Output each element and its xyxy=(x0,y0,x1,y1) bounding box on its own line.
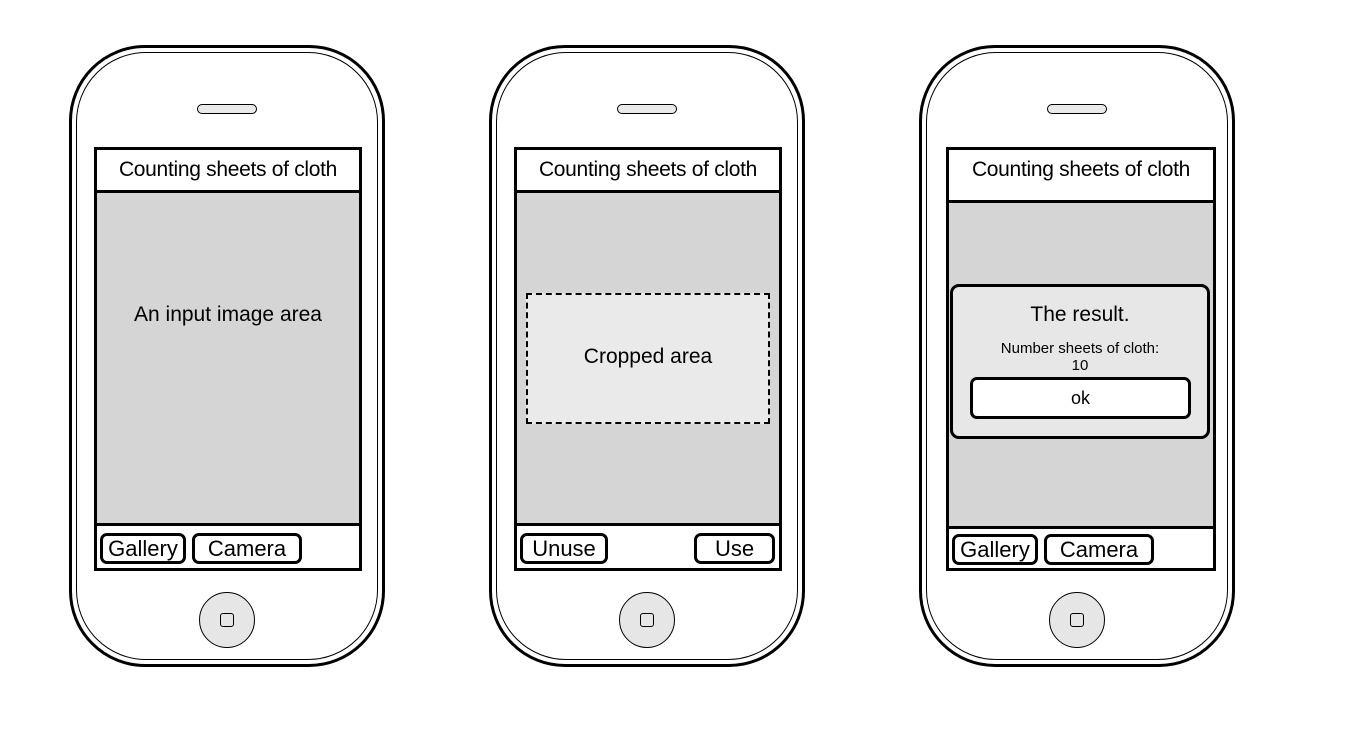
result-image-area: The result. Number sheets of cloth: 10 o… xyxy=(949,200,1213,532)
cropped-area-label: Cropped area xyxy=(583,345,713,368)
home-button-icon[interactable] xyxy=(1049,592,1105,648)
gallery-button[interactable]: Gallery xyxy=(952,534,1038,565)
phone-screen: Counting sheets of cloth Cropped area Un… xyxy=(514,147,782,571)
phone-mockup-result: Counting sheets of cloth The result. Num… xyxy=(919,45,1235,667)
input-image-area-label: An input image area xyxy=(134,303,322,326)
home-button-icon[interactable] xyxy=(619,592,675,648)
phone-screen: Counting sheets of cloth An input image … xyxy=(94,147,362,571)
camera-button[interactable]: Camera xyxy=(192,533,302,564)
home-square-icon xyxy=(220,613,234,627)
speaker-icon xyxy=(1047,104,1107,114)
result-label: Number sheets of cloth: xyxy=(1000,340,1160,357)
result-dialog: The result. Number sheets of cloth: 10 o… xyxy=(950,284,1210,439)
camera-button[interactable]: Camera xyxy=(1044,534,1154,565)
bottom-toolbar: Gallery Camera xyxy=(97,523,359,568)
result-value: 10 xyxy=(1071,357,1089,374)
bottom-toolbar: Gallery Camera xyxy=(949,526,1213,568)
app-title: Counting sheets of cloth xyxy=(971,158,1191,181)
input-image-area[interactable]: An input image area xyxy=(97,193,359,523)
home-square-icon xyxy=(1070,613,1084,627)
use-button[interactable]: Use xyxy=(694,533,775,564)
ok-button[interactable]: ok xyxy=(970,377,1191,419)
speaker-icon xyxy=(197,104,257,114)
app-title: Counting sheets of cloth xyxy=(517,150,779,193)
speaker-icon xyxy=(617,104,677,114)
app-title: Counting sheets of cloth xyxy=(97,150,359,193)
cropped-area[interactable]: Cropped area xyxy=(526,293,770,424)
dialog-title: The result. xyxy=(1030,303,1130,326)
phone-screen: Counting sheets of cloth The result. Num… xyxy=(946,147,1216,571)
gallery-button[interactable]: Gallery xyxy=(100,533,186,564)
bottom-toolbar: Unuse Use xyxy=(517,523,779,568)
unuse-button[interactable]: Unuse xyxy=(520,533,608,564)
home-square-icon xyxy=(640,613,654,627)
phone-mockup-crop: Counting sheets of cloth Cropped area Un… xyxy=(489,45,805,667)
home-button-icon[interactable] xyxy=(199,592,255,648)
phone-mockup-input: Counting sheets of cloth An input image … xyxy=(69,45,385,667)
input-image-area: Cropped area xyxy=(517,193,779,523)
